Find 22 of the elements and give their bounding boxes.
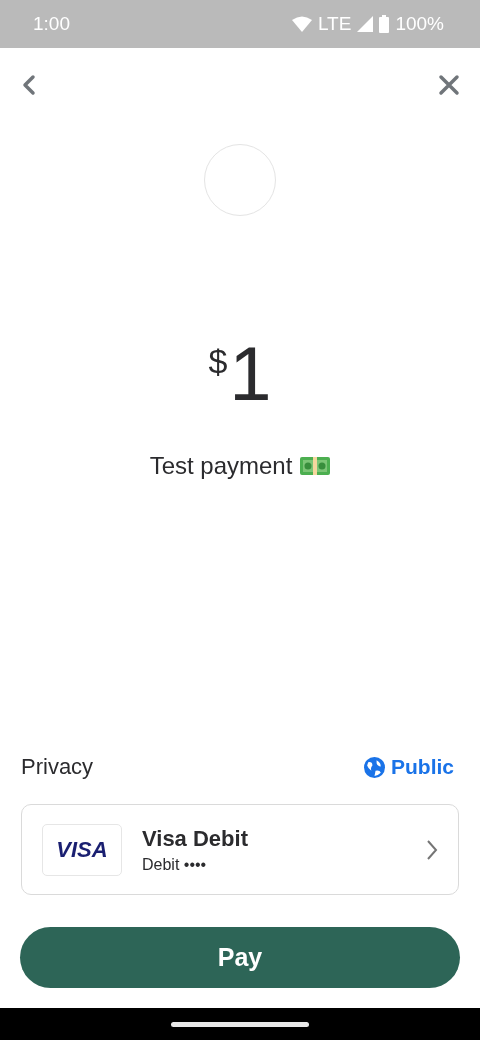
- battery-level: 100%: [395, 13, 444, 35]
- card-brand-logo: VISA: [42, 823, 122, 876]
- back-button[interactable]: [22, 74, 36, 96]
- network-type: LTE: [317, 13, 352, 35]
- amount-value: 1: [229, 336, 272, 412]
- privacy-label: Privacy: [21, 754, 94, 780]
- wifi-icon: [291, 16, 312, 32]
- chevron-right-icon: [426, 838, 438, 861]
- card-detail: Debit ••••: [142, 855, 208, 874]
- banknote-icon: [300, 456, 331, 476]
- battery-icon: [379, 15, 390, 33]
- privacy-button[interactable]: Public: [364, 755, 454, 779]
- close-button[interactable]: [438, 74, 460, 96]
- globe-icon: [364, 756, 385, 778]
- status-time: 1:00: [33, 13, 70, 35]
- payment-method-card[interactable]: VISA Visa Debit Debit ••••: [21, 804, 459, 895]
- home-handle[interactable]: [171, 1021, 309, 1027]
- pay-button[interactable]: Pay: [20, 927, 460, 988]
- signal-icon: [357, 16, 374, 32]
- currency-symbol: $: [208, 342, 228, 382]
- card-name: Visa Debit: [142, 825, 249, 852]
- payment-description: Test payment: [149, 452, 293, 480]
